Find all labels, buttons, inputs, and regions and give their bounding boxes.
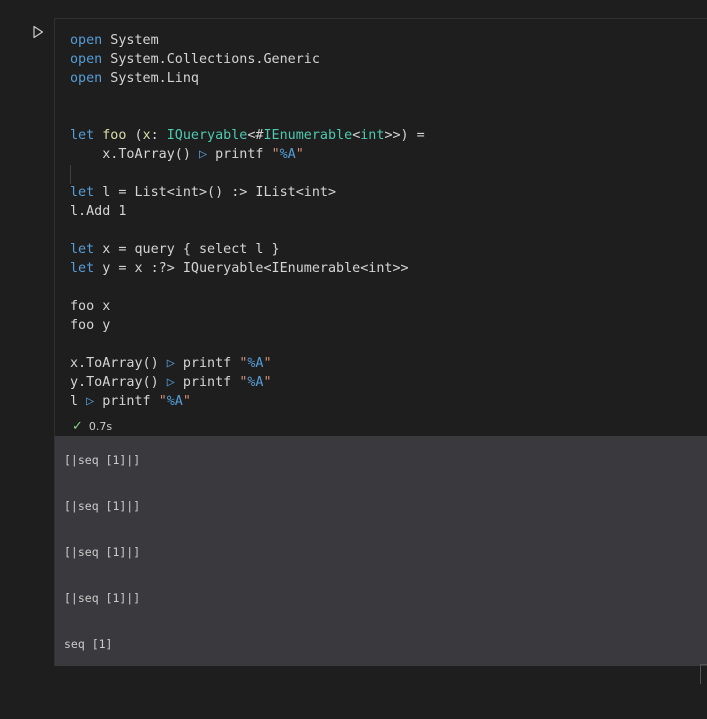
code-token: %A (247, 356, 264, 371)
code-token: y = x :?> IQueryable<IEnumerable<int>> (94, 261, 409, 276)
output-line: [|seq [1]|] (64, 591, 141, 605)
code-token: l (70, 394, 87, 409)
run-cell-button[interactable] (30, 24, 46, 40)
code-line: let y = x :?> IQueryable<IEnumerable<int… (70, 259, 707, 278)
code-token: printf (174, 356, 240, 371)
code-token: x = query { select l } (94, 242, 280, 257)
code-token: IQueryable (166, 128, 248, 143)
code-token: x.ToArray() (70, 147, 199, 162)
code-token: open (70, 52, 103, 67)
code-token: open (70, 33, 103, 48)
code-line: foo y (70, 316, 707, 335)
code-token: IEnumerable (263, 128, 353, 143)
code-token: " (295, 147, 304, 162)
code-token: %A (279, 147, 296, 162)
code-token: printf (94, 394, 159, 409)
code-token: %A (247, 375, 264, 390)
code-token: " (158, 394, 167, 409)
code-token: System.Collections.Generic (102, 52, 320, 67)
code-line: y.ToArray() ▷ printf "%A" (70, 373, 707, 392)
check-icon: ✓ (72, 418, 83, 434)
code-token: ( (126, 128, 143, 143)
code-line: let x = query { select l } (70, 240, 707, 259)
play-icon (33, 25, 44, 39)
code-token: open (70, 71, 103, 86)
code-token: l = List<int>() :> IList<int> (94, 185, 337, 200)
code-token: <# (247, 128, 264, 143)
output-line: seq [1] (64, 637, 113, 651)
output-line: [|seq [1]|] (64, 545, 141, 559)
code-line: l ▷ printf "%A" (70, 392, 707, 411)
code-token: " (263, 356, 272, 371)
pipe-operator: ▷ (86, 394, 95, 409)
code-token: x.ToArray() (70, 356, 167, 371)
code-token: %A (166, 394, 183, 409)
code-token: x (142, 128, 151, 143)
code-line: let foo (x: IQueryable<#IEnumerable<int>… (70, 126, 707, 145)
pipe-operator: ▷ (199, 147, 208, 162)
code-token: y.ToArray() (70, 375, 167, 390)
code-token: let (70, 242, 95, 257)
code-token: int (360, 128, 385, 143)
code-token: System (102, 33, 159, 48)
code-token: foo (102, 128, 127, 143)
execution-status: ✓ 0.7s (72, 418, 113, 434)
pipe-operator: ▷ (166, 375, 175, 390)
code-token: " (271, 147, 280, 162)
code-token: let (70, 185, 95, 200)
code-line: foo x (70, 297, 707, 316)
code-token: " (182, 394, 191, 409)
notebook-cell: open System open System.Collections.Gener… (54, 18, 707, 666)
code-line: open System.Collections.Generic (70, 50, 707, 69)
code-editor[interactable]: open System open System.Collections.Gener… (70, 31, 707, 411)
code-line: l.Add 1 (70, 202, 707, 221)
code-token: : (150, 128, 167, 143)
code-line: let l = List<int>() :> IList<int> (70, 183, 707, 202)
code-token: let (70, 128, 95, 143)
code-line: x.ToArray() ▷ printf "%A" (70, 354, 707, 373)
code-token: " (263, 375, 272, 390)
code-token: l.Add 1 (70, 204, 127, 219)
code-token: foo x (70, 299, 111, 314)
pipe-operator: ▷ (166, 356, 175, 371)
code-token: printf (207, 147, 272, 162)
code-line: open System (70, 31, 707, 50)
code-token: foo y (70, 318, 111, 333)
output-line: [|seq [1]|] (64, 453, 141, 467)
code-token: >>) = (384, 128, 425, 143)
code-line: open System.Linq (70, 69, 707, 88)
cell-output: [|seq [1]|] [|seq [1]|] [|seq [1]|] [|seq [… (55, 436, 707, 666)
code-token: System.Linq (102, 71, 199, 86)
scrollbar[interactable] (700, 664, 707, 684)
execution-time: 0.7s (88, 419, 113, 433)
code-token: printf (174, 375, 240, 390)
output-line: [|seq [1]|] (64, 499, 141, 513)
code-token: let (70, 261, 95, 276)
code-line: x.ToArray() ▷ printf "%A" (70, 145, 707, 164)
